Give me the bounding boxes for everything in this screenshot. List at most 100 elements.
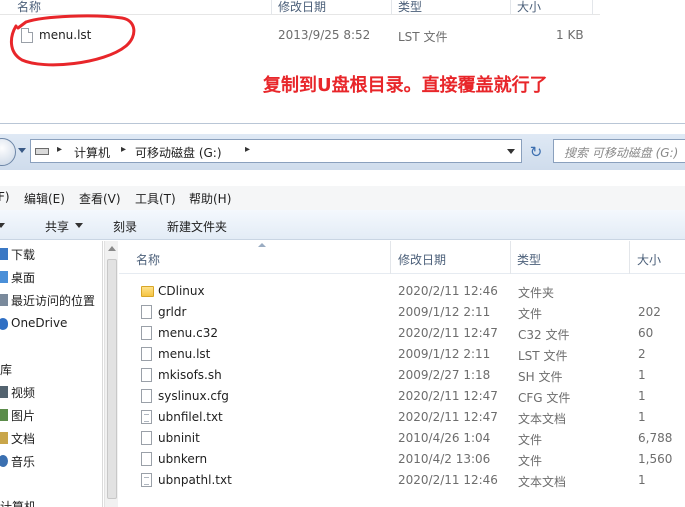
file-row-cdlinux[interactable]: CDlinux 2020/2/11 12:46 文件夹 bbox=[119, 281, 685, 302]
previous-file-listing: 名称 修改日期 类型 大小 menu.lst 2013/9/25 8:52 LS… bbox=[0, 0, 685, 123]
column-divider[interactable] bbox=[510, 0, 511, 15]
column-name[interactable]: 名称 bbox=[136, 251, 160, 268]
file-date: 2009/2/27 1:18 bbox=[398, 368, 491, 382]
nav-label: 下载 bbox=[11, 248, 36, 262]
drive-icon bbox=[35, 148, 49, 155]
download-icon bbox=[0, 248, 8, 260]
file-date: 2013/9/25 8:52 bbox=[278, 28, 371, 42]
menu-bar: F) 编辑(E) 查看(V) 工具(T) 帮助(H) bbox=[0, 186, 685, 210]
file-date: 2020/2/11 12:47 bbox=[398, 389, 498, 403]
file-date: 2020/2/11 12:46 bbox=[398, 473, 498, 487]
menu-view[interactable]: 查看(V) bbox=[79, 190, 121, 207]
video-icon bbox=[0, 386, 8, 398]
menu-edit[interactable]: 编辑(E) bbox=[24, 190, 65, 207]
nav-label: 图片 bbox=[11, 409, 36, 423]
scrollbar-thumb[interactable] bbox=[107, 259, 117, 499]
column-header: 名称 修改日期 类型 大小 bbox=[119, 241, 685, 274]
file-size: 1 bbox=[638, 368, 646, 382]
file-row-grldr[interactable]: grldr 2009/1/12 2:11 文件 202 bbox=[119, 302, 685, 323]
file-size: 6,788 bbox=[638, 431, 673, 445]
file-name: ubnpathl.txt bbox=[158, 473, 232, 487]
file-icon bbox=[141, 305, 152, 319]
file-type: 文件夹 bbox=[518, 286, 555, 300]
organize-dropdown[interactable] bbox=[0, 223, 5, 228]
menu-help[interactable]: 帮助(H) bbox=[189, 190, 231, 207]
column-size[interactable]: 大小 bbox=[637, 251, 661, 268]
file-size: 60 bbox=[638, 326, 654, 340]
text-file-icon bbox=[141, 473, 152, 487]
file-type: SH 文件 bbox=[518, 370, 563, 384]
file-row-ubnpathl[interactable]: ubnpathl.txt 2020/2/11 12:46 文本文档 1 bbox=[119, 470, 685, 491]
nav-pane-scrollbar[interactable] bbox=[104, 241, 118, 507]
column-type[interactable]: 类型 bbox=[517, 251, 541, 268]
folder-icon bbox=[141, 286, 154, 297]
column-divider[interactable] bbox=[592, 0, 593, 15]
menu-file[interactable]: F) bbox=[0, 190, 10, 204]
file-row-menu-lst[interactable]: menu.lst 2009/1/12 2:11 LST 文件 2 bbox=[119, 344, 685, 365]
nav-label: 视频 bbox=[11, 386, 36, 400]
file-row-ubnfilel[interactable]: ubnfilel.txt 2020/2/11 12:47 文本文档 1 bbox=[119, 407, 685, 428]
file-list: 名称 修改日期 类型 大小 CDlinux 2020/2/11 12:46 文件… bbox=[119, 241, 685, 507]
file-name: menu.lst bbox=[158, 347, 211, 361]
column-date[interactable]: 修改日期 bbox=[398, 251, 446, 268]
file-name: CDlinux bbox=[158, 284, 205, 298]
file-type: 文本文档 bbox=[518, 475, 567, 489]
breadcrumb-computer[interactable]: 计算机 bbox=[74, 144, 110, 161]
menu-tools[interactable]: 工具(T) bbox=[135, 190, 176, 207]
file-type: CFG 文件 bbox=[518, 391, 571, 405]
address-field[interactable]: ▸ 计算机 ▸ 可移动磁盘 (G:) ▸ bbox=[30, 139, 522, 163]
file-date: 2020/2/11 12:47 bbox=[398, 410, 498, 424]
previous-date-header[interactable]: 修改日期 bbox=[278, 0, 326, 15]
new-folder-button[interactable]: 新建文件夹 bbox=[167, 218, 227, 235]
breadcrumb-removable-drive[interactable]: 可移动磁盘 (G:) bbox=[135, 144, 222, 161]
nav-section-libraries[interactable]: 库 bbox=[0, 361, 12, 378]
file-date: 2009/1/12 2:11 bbox=[398, 305, 491, 319]
forward-button[interactable] bbox=[0, 138, 16, 166]
share-dropdown[interactable] bbox=[75, 223, 83, 228]
file-icon bbox=[141, 347, 152, 361]
scroll-up-icon[interactable] bbox=[108, 246, 116, 251]
document-icon bbox=[0, 432, 8, 444]
music-icon bbox=[0, 455, 8, 467]
nav-label: 文档 bbox=[11, 432, 36, 446]
chevron-right-icon[interactable]: ▸ bbox=[57, 144, 62, 155]
previous-type-header[interactable]: 类型 bbox=[398, 0, 422, 15]
nav-section-computer[interactable]: 计算机 bbox=[0, 498, 36, 507]
file-date: 2010/4/26 1:04 bbox=[398, 431, 491, 445]
chevron-right-icon[interactable]: ▸ bbox=[245, 144, 250, 155]
column-divider[interactable] bbox=[391, 0, 392, 15]
share-button[interactable]: 共享 bbox=[45, 218, 69, 235]
address-bar-area: ▸ 计算机 ▸ 可移动磁盘 (G:) ▸ ↻ 搜索 可移动磁盘 (G:) bbox=[0, 134, 685, 170]
file-row-mkisofs[interactable]: mkisofs.sh 2009/2/27 1:18 SH 文件 1 bbox=[119, 365, 685, 386]
file-date: 2009/1/12 2:11 bbox=[398, 347, 491, 361]
file-name: ubninit bbox=[158, 431, 200, 445]
desktop-icon bbox=[0, 271, 8, 283]
column-divider[interactable] bbox=[390, 241, 391, 274]
file-size: 202 bbox=[638, 305, 661, 319]
burn-button[interactable]: 刻录 bbox=[113, 218, 137, 235]
recent-pages-dropdown[interactable] bbox=[18, 148, 26, 153]
file-row-ubnkern[interactable]: ubnkern 2010/4/2 13:06 文件 1,560 bbox=[119, 449, 685, 470]
file-row-menu-c32[interactable]: menu.c32 2020/2/11 12:47 C32 文件 60 bbox=[119, 323, 685, 344]
file-date: 2020/2/11 12:47 bbox=[398, 326, 498, 340]
file-size: 1 bbox=[638, 410, 646, 424]
refresh-icon[interactable]: ↻ bbox=[526, 142, 546, 162]
column-divider[interactable] bbox=[271, 0, 272, 15]
file-row-syslinux-cfg[interactable]: syslinux.cfg 2020/2/11 12:47 CFG 文件 1 bbox=[119, 386, 685, 407]
previous-size-header[interactable]: 大小 bbox=[517, 0, 541, 15]
file-icon bbox=[141, 368, 152, 382]
search-placeholder: 搜索 可移动磁盘 (G:) bbox=[564, 146, 679, 160]
column-divider[interactable] bbox=[629, 241, 630, 274]
column-divider[interactable] bbox=[510, 241, 511, 274]
search-input[interactable]: 搜索 可移动磁盘 (G:) bbox=[553, 139, 685, 163]
text-file-icon bbox=[141, 410, 152, 424]
chevron-right-icon[interactable]: ▸ bbox=[121, 144, 126, 155]
file-icon bbox=[141, 452, 152, 466]
file-type: 文件 bbox=[518, 307, 543, 321]
file-name: grldr bbox=[158, 305, 187, 319]
file-size: 2 bbox=[638, 347, 646, 361]
file-row-ubninit[interactable]: ubninit 2010/4/26 1:04 文件 6,788 bbox=[119, 428, 685, 449]
file-type: 文件 bbox=[518, 454, 543, 468]
address-history-dropdown[interactable] bbox=[507, 149, 515, 154]
file-name: mkisofs.sh bbox=[158, 368, 222, 382]
